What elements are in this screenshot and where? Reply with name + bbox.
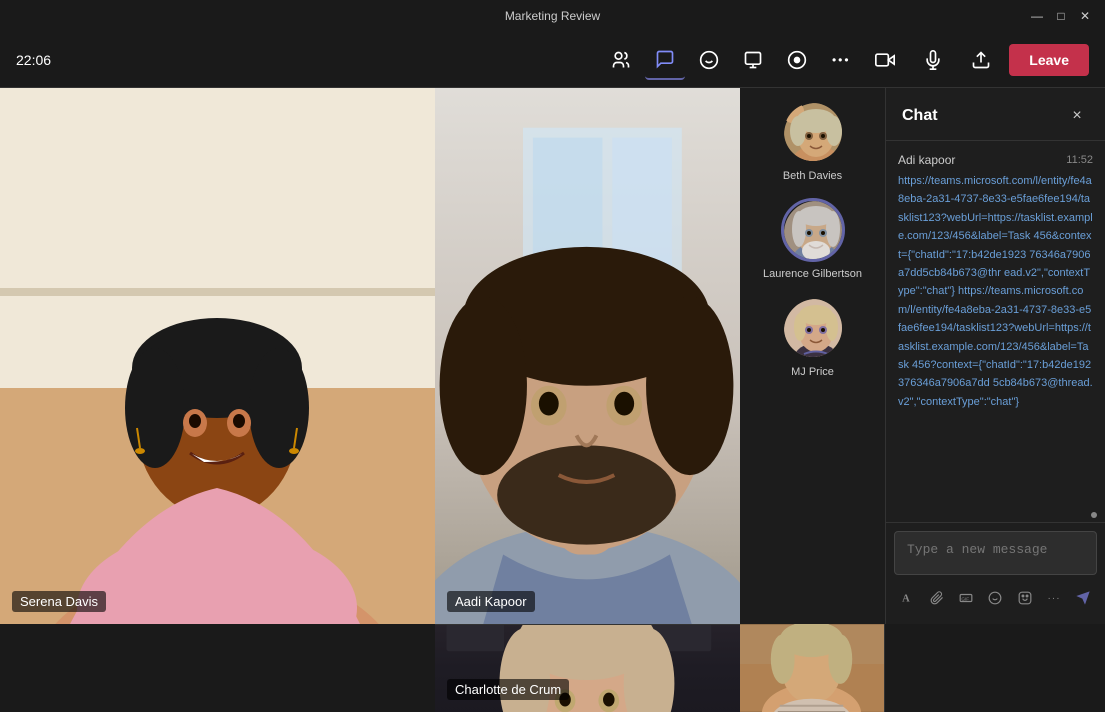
chat-header: Chat × <box>886 88 1105 141</box>
meeting-content: Serena Davis <box>0 88 1105 624</box>
leave-button[interactable]: Leave <box>1009 44 1089 76</box>
participant-laurence[interactable]: Laurence Gilbertson <box>748 198 877 280</box>
chat-input-area: A GIF ··· <box>886 522 1105 624</box>
record-button[interactable] <box>777 40 817 80</box>
share-button[interactable] <box>961 40 1001 80</box>
whiteboard-button[interactable] <box>733 40 773 80</box>
serena-video-feed <box>0 88 435 624</box>
thumbnail-feed <box>740 624 884 712</box>
mic-button[interactable] <box>913 40 953 80</box>
beth-name: Beth Davies <box>783 170 842 182</box>
aadi-video: Aadi Kapoor <box>435 88 740 624</box>
message-time: 11:52 <box>1066 154 1093 166</box>
mj-name: MJ Price <box>791 366 834 378</box>
emoji-button[interactable] <box>982 584 1009 612</box>
gif-button[interactable]: GIF <box>953 584 980 612</box>
meeting-toolbar: 22:06 ••• Leave <box>0 32 1105 88</box>
scroll-indicator-area <box>886 508 1105 522</box>
chat-messages: Adi kapoor 11:52 https://teams.microsoft… <box>886 141 1105 508</box>
camera-button[interactable] <box>865 40 905 80</box>
right-bottom-row: Charlotte de Crum <box>435 624 885 712</box>
message-text[interactable]: https://teams.microsoft.com/l/entity/fe4… <box>898 175 1093 408</box>
people-button[interactable] <box>601 40 641 80</box>
message-input[interactable] <box>894 531 1097 575</box>
chat-toolbar: A GIF ··· <box>894 580 1097 616</box>
aadi-name-badge: Aadi Kapoor <box>447 591 535 612</box>
sender-name: Adi kapoor <box>898 153 955 167</box>
send-button[interactable] <box>1070 584 1097 612</box>
sticker-button[interactable] <box>1011 584 1038 612</box>
window-controls: — □ ✕ <box>1029 8 1093 24</box>
participant-beth[interactable]: Beth Davies <box>748 100 877 182</box>
format-text-button[interactable]: A <box>894 584 921 612</box>
message-header: Adi kapoor 11:52 <box>898 153 1093 167</box>
reactions-button[interactable] <box>689 40 729 80</box>
serena-name-badge: Serena Davis <box>12 591 106 612</box>
close-button[interactable]: ✕ <box>1077 8 1093 24</box>
more-button[interactable]: ••• <box>821 40 861 80</box>
participant-mj[interactable]: MJ Price <box>748 296 877 378</box>
chat-title: Chat <box>902 107 938 125</box>
charlotte-name-badge: Charlotte de Crum <box>447 679 569 700</box>
chat-close-button[interactable]: × <box>1065 104 1089 128</box>
svg-text:A: A <box>902 594 910 605</box>
window-title: Marketing Review <box>505 9 600 23</box>
minimize-button[interactable]: — <box>1029 8 1045 24</box>
toolbar-right: Leave <box>865 40 1089 80</box>
participants-sidebar: Beth Davies <box>740 88 885 624</box>
toolbar-left: 22:06 <box>16 52 597 68</box>
laurence-avatar <box>781 198 845 262</box>
attach-file-button[interactable] <box>923 584 950 612</box>
video-area: Serena Davis <box>0 88 885 624</box>
meeting-time: 22:06 <box>16 52 51 68</box>
toolbar-center: ••• <box>601 40 861 80</box>
right-top-row: Aadi Kapoor <box>435 88 885 624</box>
right-column: Aadi Kapoor <box>435 88 885 624</box>
thumbnail-video[interactable] <box>740 624 885 712</box>
chat-panel: Chat × Adi kapoor 11:52 https://teams.mi… <box>885 88 1105 624</box>
maximize-button[interactable]: □ <box>1053 8 1069 24</box>
scroll-dot <box>1091 512 1097 518</box>
more-options-button[interactable]: ··· <box>1040 584 1067 612</box>
chat-button[interactable] <box>645 40 685 80</box>
laurence-name: Laurence Gilbertson <box>763 268 862 280</box>
title-bar: Marketing Review — □ ✕ <box>0 0 1105 32</box>
main-video-serena: Serena Davis <box>0 88 435 624</box>
beth-avatar <box>781 100 845 164</box>
aadi-video-feed <box>435 88 740 624</box>
chat-message-item: Adi kapoor 11:52 https://teams.microsoft… <box>898 153 1093 410</box>
mj-avatar <box>781 296 845 360</box>
svg-text:GIF: GIF <box>962 596 970 601</box>
charlotte-video: Charlotte de Crum <box>435 624 740 712</box>
